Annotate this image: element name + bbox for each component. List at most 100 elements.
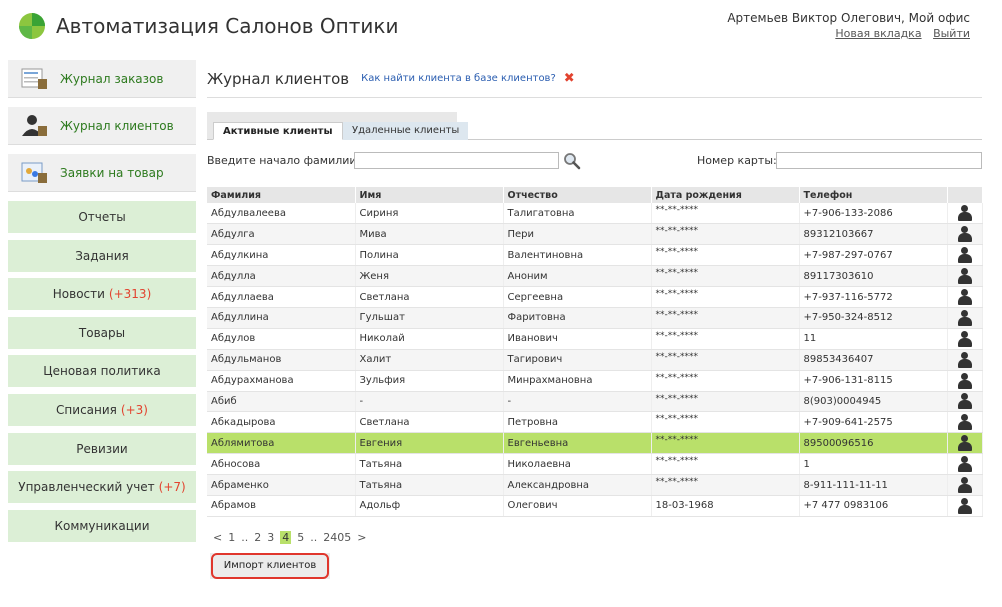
card-number-input[interactable]: [776, 152, 982, 169]
import-clients-button[interactable]: Импорт клиентов: [211, 553, 329, 579]
new-tab-link[interactable]: Новая вкладка: [835, 27, 921, 40]
logout-link[interactable]: Выйти: [933, 27, 970, 40]
surname-search-input[interactable]: [354, 152, 559, 169]
pagination-next[interactable]: >: [357, 531, 366, 544]
client-profile-icon[interactable]: [957, 309, 972, 326]
column-header-patronymic[interactable]: Отчество: [503, 187, 652, 203]
sidebar-item-management-accounting[interactable]: Управленческий учет (+7): [8, 471, 196, 504]
sidebar-item-write-offs[interactable]: Списания (+3): [8, 393, 196, 426]
table-row[interactable]: Абдулга Мива Пери **-**-**** 89312103667: [207, 223, 983, 246]
search-icon[interactable]: [563, 152, 581, 170]
column-header-birthdate[interactable]: Дата рождения: [651, 187, 800, 203]
cell-actions: [947, 432, 983, 455]
sidebar-item-product-requests[interactable]: Заявки на товар: [8, 154, 196, 192]
pagination-page[interactable]: 2405: [323, 531, 351, 544]
client-profile-icon[interactable]: [957, 289, 972, 305]
table-row[interactable]: Абдурахманова Зульфия Минрахмановна **-**-*…: [207, 370, 983, 392]
pagination-prev[interactable]: <: [213, 531, 222, 544]
cell-phone: 89853436407: [799, 349, 948, 371]
tab-deleted-clients[interactable]: Удаленные клиенты: [343, 122, 469, 140]
cell-name: Николай: [355, 328, 504, 350]
table-row[interactable]: Абкадырова Светлана Петровна **-**-**** +7-9…: [207, 411, 983, 434]
table-row[interactable]: Абдулвалеева Сириня Талигатовна **-**-**** +…: [207, 203, 983, 225]
table-row[interactable]: Абдуллина Гульшат Фаритовна **-**-**** +7-95…: [207, 307, 983, 329]
cell-name: Полина: [355, 244, 504, 267]
sidebar-item-reports[interactable]: Отчеты: [8, 201, 196, 233]
cell-birthdate: **-**-****: [651, 286, 800, 308]
column-header-actions: [947, 187, 983, 203]
table-row[interactable]: Абносова Татьяна Николаевна **-**-**** 1: [207, 453, 983, 476]
cell-actions: [947, 349, 983, 371]
cell-actions: [947, 474, 983, 496]
sidebar-item-label: Отчеты: [78, 210, 126, 224]
table-row[interactable]: Абрамов Адольф Олегович 18-03-1968 +7 477 09…: [207, 495, 983, 517]
tab-active-clients[interactable]: Активные клиенты: [213, 122, 343, 140]
client-profile-icon[interactable]: [957, 372, 972, 389]
client-profile-icon[interactable]: [957, 226, 972, 243]
sidebar-item-goods[interactable]: Товары: [8, 316, 196, 349]
cell-name: Светлана: [355, 286, 504, 308]
cell-surname: Абкадырова: [207, 411, 356, 434]
table-row[interactable]: Абдульманов Халит Тагирович **-**-**** 89853…: [207, 349, 983, 371]
client-profile-icon[interactable]: [957, 414, 972, 431]
client-profile-icon[interactable]: [957, 247, 972, 264]
cell-actions: [947, 307, 983, 329]
cell-surname: Абдульманов: [207, 349, 356, 371]
sidebar-item-news[interactable]: Новости (+313): [8, 278, 196, 311]
app-title: Автоматизация Салонов Оптики: [56, 14, 399, 38]
cell-patronymic: Олегович: [503, 495, 652, 517]
pagination-page-current: 4: [280, 531, 292, 544]
client-profile-icon[interactable]: [957, 435, 972, 452]
cell-birthdate: **-**-****: [651, 265, 800, 288]
table-row[interactable]: Аблямитова Евгения Евгеньевна **-**-**** 895…: [207, 432, 983, 455]
pagination-page[interactable]: 2: [254, 531, 261, 544]
cell-phone: +7-906-133-2086: [799, 203, 948, 225]
table-row[interactable]: Абдуллаева Светлана Сергеевна **-**-**** +7-…: [207, 286, 983, 308]
cell-name: Гульшат: [355, 307, 504, 329]
cell-patronymic: Тагирович: [503, 349, 652, 371]
cell-phone: +7-937-116-5772: [799, 286, 948, 308]
table-row[interactable]: Абдулла Женя Аноним **-**-**** 89117303610: [207, 265, 983, 288]
column-header-surname[interactable]: Фамилия: [207, 187, 356, 203]
cell-birthdate: **-**-****: [651, 474, 800, 496]
client-profile-icon[interactable]: [957, 205, 972, 222]
client-profile-icon[interactable]: [957, 351, 972, 368]
column-header-phone[interactable]: Телефон: [799, 187, 948, 203]
cell-phone: 8(903)0004945: [799, 391, 948, 413]
sidebar-item-tasks[interactable]: Задания: [8, 239, 196, 272]
client-profile-icon[interactable]: [957, 268, 972, 285]
table-row[interactable]: Абдулкина Полина Валентиновна **-**-**** +7-…: [207, 244, 983, 267]
table-row[interactable]: Абраменко Татьяна Александровна **-**-**** 8…: [207, 474, 983, 496]
table-row[interactable]: Абдулов Николай Иванович **-**-**** 11: [207, 328, 983, 350]
help-link[interactable]: Как найти клиента в базе клиентов?: [361, 73, 556, 84]
sidebar-item-communications[interactable]: Коммуникации: [8, 509, 196, 542]
pagination-page[interactable]: 1: [228, 531, 235, 544]
import-button-wrapper: Импорт клиентов: [210, 553, 330, 579]
pagination-page[interactable]: 3: [267, 531, 274, 544]
sidebar-item-label: Журнал клиентов: [60, 118, 174, 133]
client-profile-icon[interactable]: [957, 497, 972, 514]
sidebar-item-orders-journal[interactable]: Журнал заказов: [8, 60, 196, 98]
cell-birthdate: **-**-****: [651, 349, 800, 371]
client-profile-icon[interactable]: [957, 330, 972, 347]
table-row[interactable]: Абиб - - **-**-**** 8(903)0004945: [207, 391, 983, 413]
sidebar-item-audits[interactable]: Ревизии: [8, 432, 196, 465]
close-help-icon[interactable]: ✖: [564, 71, 575, 86]
cell-actions: [947, 328, 983, 350]
pagination-page[interactable]: 5: [297, 531, 304, 544]
sidebar-item-clients-journal[interactable]: Журнал клиентов: [8, 107, 196, 145]
cell-birthdate: **-**-****: [651, 223, 800, 246]
client-profile-icon[interactable]: [957, 477, 972, 494]
cell-patronymic: -: [503, 391, 652, 413]
cell-surname: Абдурахманова: [207, 370, 356, 392]
cell-surname: Абдулга: [207, 223, 356, 246]
pagination-ellipsis: ..: [241, 531, 249, 544]
column-header-name[interactable]: Имя: [355, 187, 504, 203]
sidebar-item-label: Списания: [56, 402, 117, 417]
client-profile-icon[interactable]: [957, 456, 972, 473]
client-profile-icon[interactable]: [957, 393, 972, 410]
cell-actions: [947, 391, 983, 413]
sidebar-item-pricing-policy[interactable]: Ценовая политика: [8, 355, 196, 388]
news-count-badge: (+313): [108, 287, 152, 302]
cell-actions: [947, 370, 983, 392]
